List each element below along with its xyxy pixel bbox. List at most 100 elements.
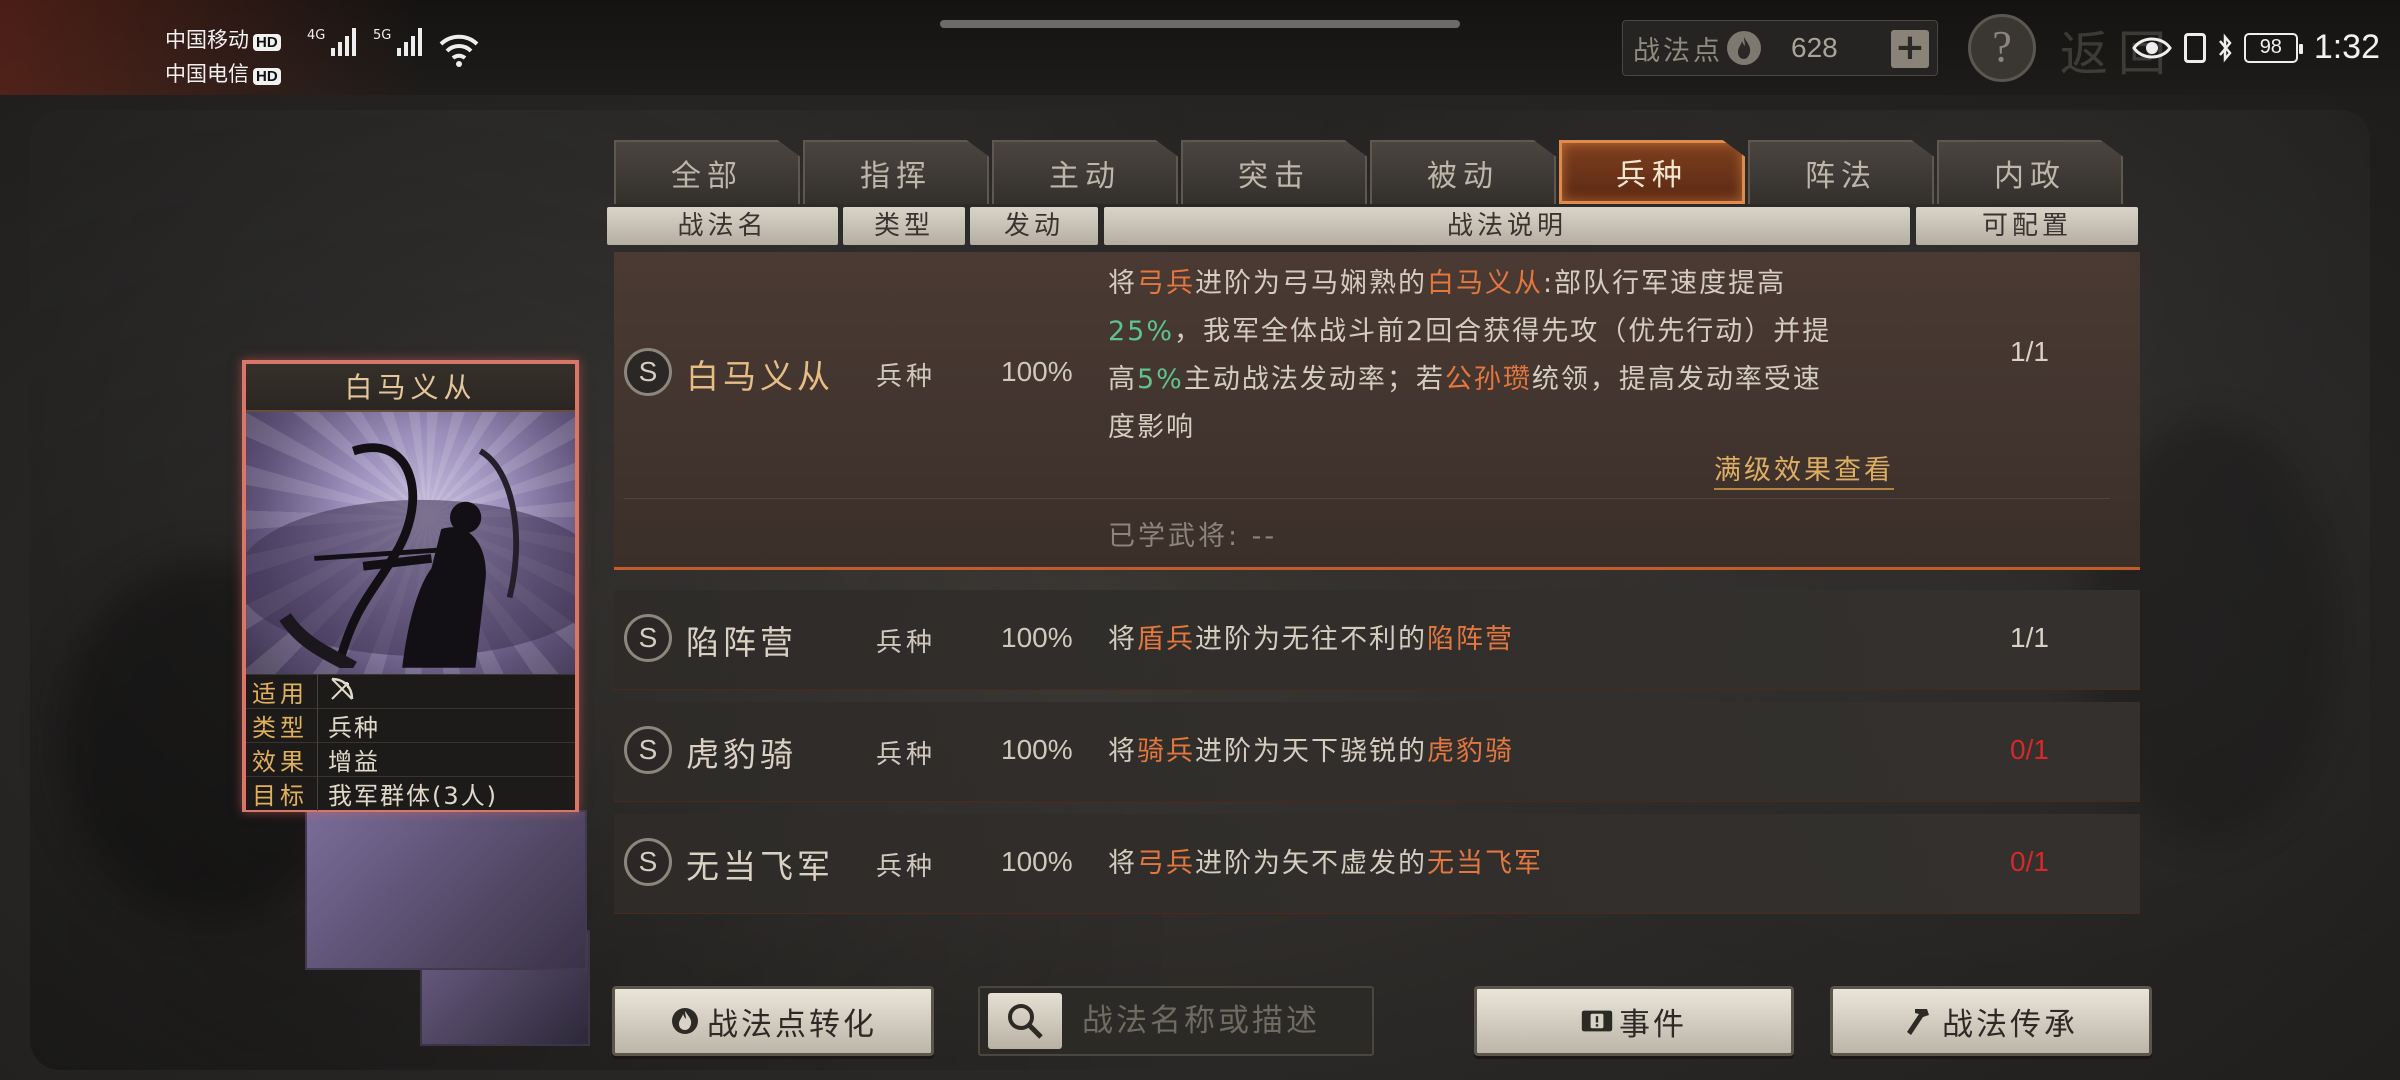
tactic-name: 无当飞军 xyxy=(686,847,834,886)
desc-highlight: 白马义从 xyxy=(1427,268,1543,299)
card-info-row: 目标 我军群体(3人) xyxy=(246,776,575,811)
desc-text: :部队行军速度提高 xyxy=(1543,268,1787,299)
plus-icon[interactable]: + xyxy=(1891,30,1929,68)
desc-line: 将弓兵进阶为弓马娴熟的白马义从:部队行军速度提高 xyxy=(1108,260,1908,308)
tactic-type: 兵种 xyxy=(876,852,937,882)
card-info-row: 类型 兵种 xyxy=(246,708,575,743)
column-header-type[interactable]: 类型 xyxy=(843,207,965,245)
card-info-table: 适用 类型 兵种 效果 增益 目标 我军群体(3人) xyxy=(246,674,575,811)
search-icon[interactable] xyxy=(988,993,1062,1049)
desc-text: 高 xyxy=(1108,364,1137,395)
desc-highlight: 弓兵 xyxy=(1137,848,1195,879)
tactic-card[interactable]: 白马义从 适用 类型 兵种 效果 增益 目标 我军群体(3人) xyxy=(242,360,579,812)
tab-label: 主动 xyxy=(1049,159,1121,194)
grade-label: S xyxy=(638,734,658,765)
card-info-row: 适用 xyxy=(246,674,575,709)
tactic-type: 兵种 xyxy=(876,740,937,770)
drag-handle[interactable] xyxy=(940,20,1460,28)
desc-text: 统领，提高发动率受速 xyxy=(1531,364,1822,395)
card-info-key: 目标 xyxy=(246,776,318,811)
search-bar xyxy=(978,986,1374,1056)
tab-command[interactable]: 指挥 xyxy=(803,140,989,204)
desc-text: ，我军全体战斗前2回合获得先攻（优先行动）并提 xyxy=(1174,316,1832,347)
category-tabs: 全部 指挥 主动 突击 被动 兵种 阵法 内政 xyxy=(614,140,2123,204)
tactics-list: S 白马义从 兵种 100% 将弓兵进阶为弓马娴熟的白马义从:部队行军速度提高 … xyxy=(614,252,2140,962)
tactic-description: 将弓兵进阶为矢不虚发的无当飞军 xyxy=(1108,840,1908,888)
tactic-description: 将弓兵进阶为弓马娴熟的白马义从:部队行军速度提高 25%，我军全体战斗前2回合获… xyxy=(1108,260,1908,452)
button-label: 战法传承 xyxy=(1942,1006,2078,1043)
desc-highlight: 弓兵 xyxy=(1137,268,1195,299)
tab-assault[interactable]: 突击 xyxy=(1181,140,1367,204)
tactic-rate: 100% xyxy=(1001,622,1073,653)
grade-badge: S xyxy=(624,614,672,662)
desc-highlight: 公孙瓒 xyxy=(1444,364,1532,395)
grade-badge: S xyxy=(624,838,672,886)
desc-text: 进阶为弓马娴熟的 xyxy=(1195,268,1427,299)
desc-text: 度影响 xyxy=(1108,412,1195,443)
carrier-1-name: 中国移动 xyxy=(165,29,249,52)
tactic-rate: 100% xyxy=(1001,356,1073,387)
desc-text: 主动战法发动率；若 xyxy=(1183,364,1445,395)
tactic-config: 0/1 xyxy=(2010,734,2049,765)
tab-troop-type[interactable]: 兵种 xyxy=(1559,140,1745,204)
tactic-description: 将盾兵进阶为无往不利的陷阵营 xyxy=(1108,616,1908,664)
tactic-config: 0/1 xyxy=(2010,846,2049,877)
tab-label: 突击 xyxy=(1238,159,1310,194)
bluetooth-icon xyxy=(2218,33,2232,62)
bow-icon xyxy=(318,676,356,708)
button-label: 战法点转化 xyxy=(707,1006,877,1043)
signal-icon: 5G xyxy=(373,28,423,56)
desc-line: 高5%主动战法发动率；若公孙瓒统领，提高发动率受速 xyxy=(1108,356,1908,404)
card-info-key: 类型 xyxy=(246,708,318,743)
search-input[interactable] xyxy=(1082,1003,1372,1039)
flame-icon xyxy=(1727,31,1761,65)
inherit-tactic-button[interactable]: 战法传承 xyxy=(1830,986,2152,1056)
tactic-type: 兵种 xyxy=(876,628,937,658)
button-label: 事件 xyxy=(1619,1006,1687,1043)
convert-points-button[interactable]: 战法点转化 xyxy=(612,986,934,1056)
column-header-name[interactable]: 战法名 xyxy=(607,207,838,245)
help-button[interactable]: ? xyxy=(1968,14,2036,82)
max-level-effect-link[interactable]: 满级效果查看 xyxy=(1714,448,1894,490)
network-type: 4G xyxy=(307,28,326,43)
tab-label: 被动 xyxy=(1427,159,1499,194)
desc-highlight: 虎豹骑 xyxy=(1427,736,1514,767)
tab-passive[interactable]: 被动 xyxy=(1370,140,1556,204)
desc-text: 将 xyxy=(1108,624,1137,655)
column-header-config[interactable]: 可配置 xyxy=(1916,207,2138,245)
battery-level: 98 xyxy=(2259,35,2282,58)
eye-icon xyxy=(2132,37,2172,58)
desc-highlight: 无当飞军 xyxy=(1427,848,1543,879)
hd-badge: HD xyxy=(253,68,281,85)
wifi-icon xyxy=(439,34,479,67)
desc-highlight: 骑兵 xyxy=(1137,736,1195,767)
tab-label: 全部 xyxy=(671,159,743,194)
grade-badge: S xyxy=(624,726,672,774)
desc-text: 将 xyxy=(1108,848,1137,879)
tactic-row[interactable]: S 无当飞军 兵种 100% 将弓兵进阶为矢不虚发的无当飞军 0/1 xyxy=(614,814,2140,914)
tactic-config: 1/1 xyxy=(2010,622,2049,653)
card-info-key: 适用 xyxy=(246,674,318,709)
points-value: 628 xyxy=(1791,32,1838,63)
vibrate-icon xyxy=(2183,32,2206,63)
tactic-name: 陷阵营 xyxy=(686,623,797,662)
tab-internal-affairs[interactable]: 内政 xyxy=(1937,140,2123,204)
column-header-description: 战法说明 xyxy=(1104,207,1910,245)
clock: 1:32 xyxy=(2313,28,2380,66)
tab-active[interactable]: 主动 xyxy=(992,140,1178,204)
tactic-row[interactable]: S 虎豹骑 兵种 100% 将骑兵进阶为天下骁锐的虎豹骑 0/1 xyxy=(614,702,2140,802)
tactic-row-selected[interactable]: S 白马义从 兵种 100% 将弓兵进阶为弓马娴熟的白马义从:部队行军速度提高 … xyxy=(614,252,2140,570)
tab-all[interactable]: 全部 xyxy=(614,140,800,204)
grade-label: S xyxy=(638,622,658,653)
tactic-points-panel: 战法点 628 + xyxy=(1622,20,1938,76)
column-header-label: 战法名 xyxy=(677,211,768,241)
tactic-row[interactable]: S 陷阵营 兵种 100% 将盾兵进阶为无往不利的陷阵营 1/1 xyxy=(614,590,2140,690)
column-header-trigger[interactable]: 发动 xyxy=(970,207,1098,245)
tab-formation[interactable]: 阵法 xyxy=(1748,140,1934,204)
column-header-label: 战法说明 xyxy=(1446,211,1567,241)
tab-label: 指挥 xyxy=(860,159,932,194)
tactic-rate: 100% xyxy=(1001,846,1073,877)
event-button[interactable]: 事件 xyxy=(1474,986,1794,1056)
grade-label: S xyxy=(638,846,658,877)
desc-text: 将 xyxy=(1108,268,1137,299)
